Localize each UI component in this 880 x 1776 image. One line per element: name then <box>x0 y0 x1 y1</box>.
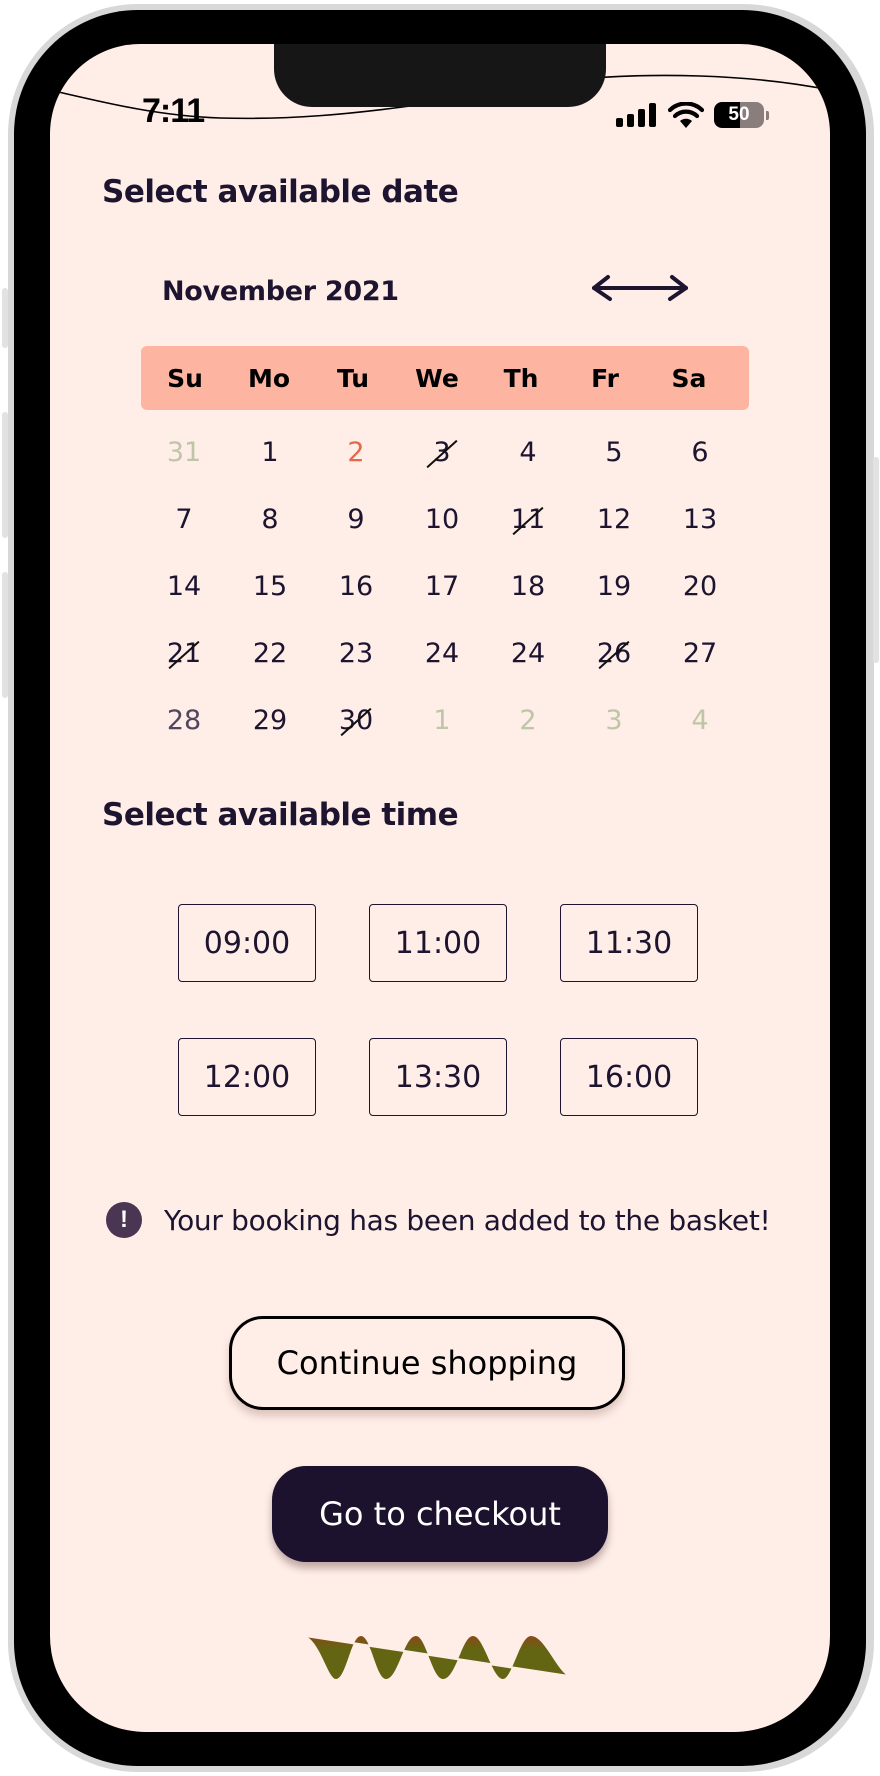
calendar-day-unavailable: 30 <box>313 704 399 771</box>
calendar-week-row: 21 22 23 24 24 26 27 <box>141 637 749 704</box>
calendar-day[interactable]: 24 <box>399 637 485 704</box>
calendar-day[interactable]: 16 <box>313 570 399 637</box>
calendar-day[interactable]: 9 <box>313 503 399 570</box>
calendar-day[interactable]: 1 <box>399 704 485 771</box>
time-slot-button[interactable]: 09:00 <box>178 904 316 982</box>
calendar-day[interactable]: 15 <box>227 570 313 637</box>
wifi-icon <box>668 102 704 128</box>
volume-down-button <box>2 572 8 698</box>
calendar-day[interactable]: 24 <box>485 637 571 704</box>
wave-decoration-icon <box>306 1634 569 1679</box>
calendar-day[interactable]: 12 <box>571 503 657 570</box>
time-slot-button[interactable]: 11:00 <box>369 904 507 982</box>
time-slot-button[interactable]: 16:00 <box>560 1038 698 1116</box>
calendar-week-row: 31 1 2 3 4 5 6 <box>141 436 749 503</box>
calendar-day[interactable]: 17 <box>399 570 485 637</box>
app-screen: 7:11 50 Select available date November 2… <box>50 44 830 1732</box>
calendar-day[interactable]: 2 <box>485 704 571 771</box>
notch <box>274 44 606 107</box>
weekday-label: Mo <box>247 363 291 393</box>
weekday-label: Su <box>167 363 203 393</box>
calendar-day[interactable]: 13 <box>657 503 743 570</box>
status-icons: 50 <box>616 102 769 128</box>
weekday-label: Sa <box>671 363 707 393</box>
notice-text: Your booking has been added to the baske… <box>164 1203 771 1237</box>
volume-up-button <box>2 412 8 538</box>
calendar-week-row: 28 29 30 1 2 3 4 <box>141 704 749 771</box>
continue-shopping-button[interactable]: Continue shopping <box>229 1316 625 1410</box>
cellular-signal-icon <box>616 103 656 127</box>
battery-indicator: 50 <box>714 102 764 128</box>
calendar-day[interactable]: 18 <box>485 570 571 637</box>
calendar-day-unavailable: 11 <box>485 503 571 570</box>
weekday-header: Su Mo Tu We Th Fr Sa <box>141 346 749 410</box>
weekday-label: We <box>415 363 459 393</box>
calendar-day-unavailable: 21 <box>141 637 227 704</box>
status-time: 7:11 <box>142 92 205 130</box>
time-slot-button[interactable]: 11:30 <box>560 904 698 982</box>
booking-notice: ! Your booking has been added to the bas… <box>106 1202 771 1238</box>
left-right-arrow-icon[interactable] <box>590 272 690 304</box>
calendar-day[interactable]: 14 <box>141 570 227 637</box>
exclamation-icon: ! <box>106 1202 142 1238</box>
battery-tip <box>766 110 769 120</box>
calendar-day[interactable]: 4 <box>485 436 571 503</box>
calendar-day[interactable]: 27 <box>657 637 743 704</box>
calendar-day[interactable]: 22 <box>227 637 313 704</box>
calendar-day[interactable]: 6 <box>657 436 743 503</box>
calendar-day[interactable]: 20 <box>657 570 743 637</box>
calendar-week-row: 7 8 9 10 11 12 13 <box>141 503 749 570</box>
calendar-day[interactable]: 4 <box>657 704 743 771</box>
date-section-title: Select available date <box>102 174 459 210</box>
calendar-day[interactable]: 3 <box>571 704 657 771</box>
weekday-label: Fr <box>591 363 619 393</box>
weekday-label: Tu <box>336 363 370 393</box>
time-section-title: Select available time <box>102 797 459 833</box>
power-button <box>873 457 879 663</box>
calendar-day-unavailable: 3 <box>399 436 485 503</box>
month-label: November 2021 <box>162 276 399 307</box>
weekday-label: Th <box>503 363 539 393</box>
calendar-day[interactable]: 23 <box>313 637 399 704</box>
calendar-day-unavailable: 26 <box>571 637 657 704</box>
calendar-day[interactable]: 28 <box>141 704 227 771</box>
calendar-day[interactable]: 1 <box>227 436 313 503</box>
calendar-day[interactable]: 31 <box>141 436 227 503</box>
calendar-grid: 31 1 2 3 4 5 6 7 8 9 10 11 12 13 14 15 16 17 18 19 20 21 22 23 2… <box>141 436 749 771</box>
calendar-day[interactable]: 29 <box>227 704 313 771</box>
silent-switch <box>2 288 8 348</box>
calendar-day[interactable]: 2 <box>313 436 399 503</box>
battery-level: 50 <box>728 104 750 125</box>
calendar-day[interactable]: 5 <box>571 436 657 503</box>
calendar-day[interactable]: 8 <box>227 503 313 570</box>
time-slot-button[interactable]: 13:30 <box>369 1038 507 1116</box>
time-slot-button[interactable]: 12:00 <box>178 1038 316 1116</box>
checkout-button[interactable]: Go to checkout <box>272 1466 608 1562</box>
calendar-day[interactable]: 19 <box>571 570 657 637</box>
calendar-day[interactable]: 10 <box>399 503 485 570</box>
calendar-day[interactable]: 7 <box>141 503 227 570</box>
calendar-week-row: 14 15 16 17 18 19 20 <box>141 570 749 637</box>
